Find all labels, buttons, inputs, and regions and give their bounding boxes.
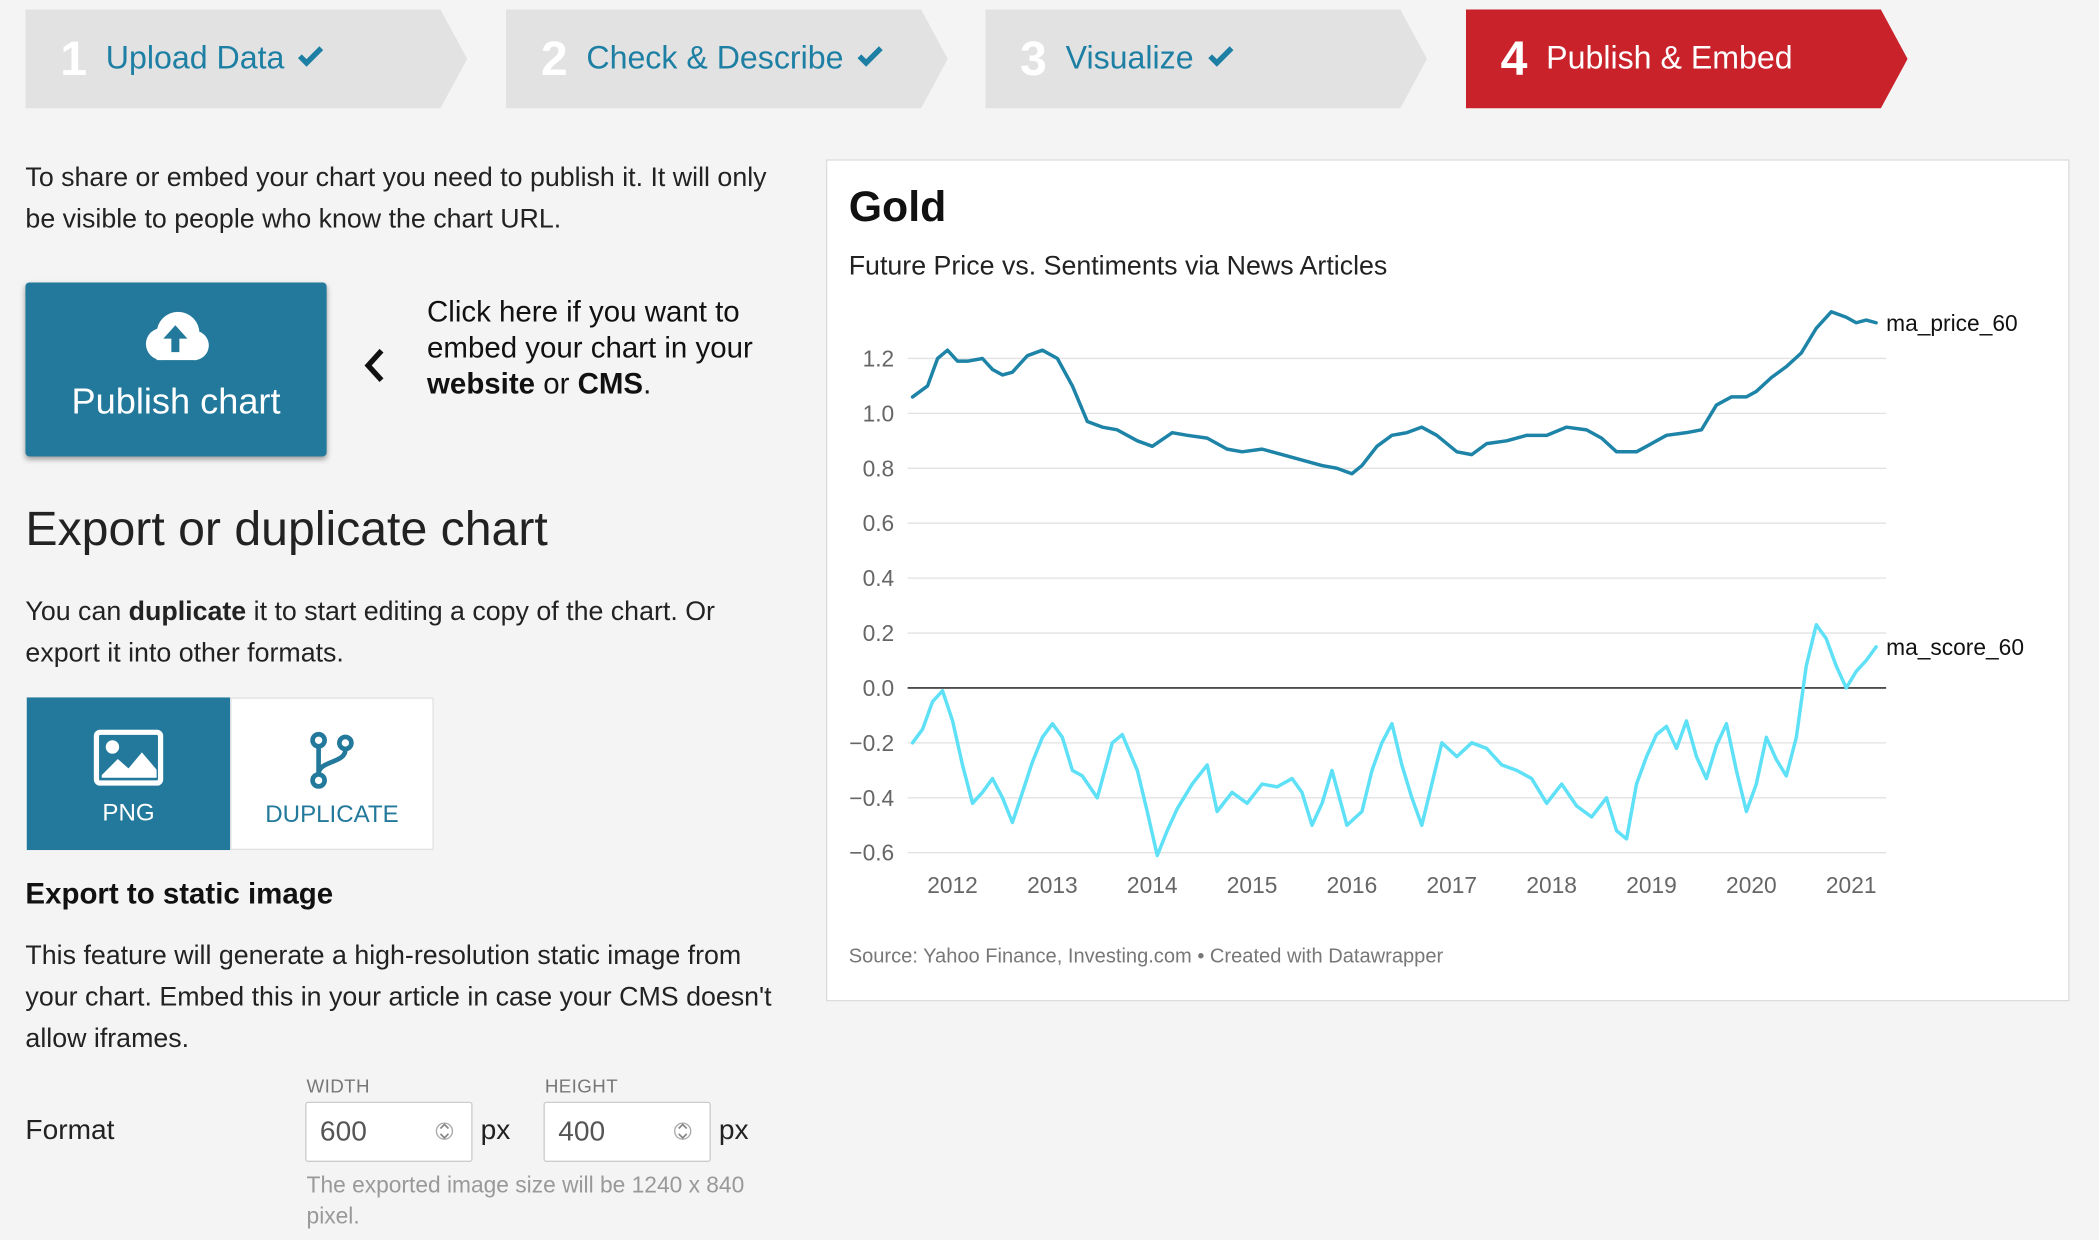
step-label: Upload Data	[105, 40, 285, 77]
series-label-ma_price_60: ma_price_60	[1886, 310, 2018, 336]
chart-preview: Gold Future Price vs. Sentiments via New…	[825, 159, 2070, 1002]
image-icon	[27, 729, 230, 786]
x-tick-label: 2021	[1826, 872, 1877, 898]
step-visualize[interactable]: 3 Visualize	[985, 9, 1427, 108]
height-unit: px	[718, 1115, 749, 1146]
series-line-ma_score_60	[910, 623, 1878, 858]
publish-hint: Click here if you want to embed your cha…	[427, 293, 762, 401]
width-unit: px	[480, 1115, 511, 1146]
x-tick-label: 2012	[927, 872, 978, 898]
step-number: 3	[1020, 30, 1047, 86]
hint-cms: CMS	[577, 366, 644, 401]
y-tick-label: 0.8	[863, 455, 895, 481]
format-label: Format	[25, 1115, 115, 1146]
export-png-button[interactable]: PNG	[26, 697, 231, 851]
step-label: Visualize	[1065, 40, 1194, 77]
x-tick-label: 2016	[1327, 872, 1378, 898]
duplicate-button[interactable]: DUPLICATE	[230, 697, 434, 851]
step-label: Publish & Embed	[1546, 40, 1793, 77]
hint-text: Click here if you want to embed your cha…	[427, 294, 753, 365]
y-tick-label: −0.6	[849, 840, 894, 866]
duplicate-label: DUPLICATE	[265, 800, 399, 828]
step-number: 1	[60, 30, 88, 86]
export-static-description: This feature will generate a high-resolu…	[25, 941, 772, 1054]
step-number: 2	[540, 30, 568, 86]
y-tick-label: 0.6	[863, 510, 895, 536]
chevron-left-icon	[361, 347, 388, 391]
checkmark-icon	[857, 45, 884, 73]
width-label: WIDTH	[306, 1074, 370, 1097]
step-label: Check & Describe	[586, 40, 844, 77]
export-section-title: Export or duplicate chart	[25, 500, 548, 556]
step-publish-embed[interactable]: 4 Publish & Embed	[1466, 9, 1908, 108]
line-chart: −0.6 −0.4 −0.2 0.0 0.2 0.4 0.6 0.8 1.0 1.2 2012 201…	[849, 310, 2024, 898]
publish-chart-label: Publish chart	[71, 381, 281, 422]
fork-icon	[232, 731, 433, 790]
publish-intro-text: To share or embed your chart you need to…	[25, 163, 767, 235]
export-description: You can duplicate it to start editing a …	[25, 592, 775, 675]
y-tick-label: 0.0	[863, 675, 895, 701]
y-tick-label: 1.2	[863, 345, 895, 371]
x-tick-label: 2020	[1726, 872, 1777, 898]
x-tick-label: 2013	[1027, 872, 1078, 898]
y-tick-label: 1.0	[863, 400, 895, 426]
x-tick-label: 2019	[1626, 872, 1677, 898]
series-line-ma_price_60	[910, 310, 1878, 476]
cloud-upload-icon	[138, 309, 213, 375]
x-tick-label: 2014	[1127, 872, 1178, 898]
png-label: PNG	[102, 799, 155, 826]
x-tick-label: 2018	[1526, 872, 1577, 898]
x-tick-label: 2017	[1426, 872, 1477, 898]
x-tick-label: 2015	[1227, 872, 1278, 898]
series-label-ma_score_60: ma_score_60	[1886, 634, 2024, 660]
width-input[interactable]	[305, 1101, 473, 1162]
step-number: 4	[1500, 30, 1528, 86]
chart-source: Source: Yahoo Finance, Investing.com • C…	[848, 945, 1444, 968]
step-upload-data[interactable]: 1 Upload Data	[25, 9, 467, 108]
checkmark-icon	[298, 45, 325, 73]
publish-chart-button[interactable]: Publish chart	[25, 282, 327, 457]
export-desc-bold: duplicate	[128, 597, 247, 627]
export-size-helper: The exported image size will be 1240 x 8…	[306, 1172, 745, 1229]
y-tick-label: 0.2	[863, 620, 895, 646]
hint-text-or: or	[535, 366, 578, 401]
y-tick-label: −0.2	[849, 730, 894, 756]
height-label: HEIGHT	[544, 1074, 619, 1097]
export-desc-pre: You can	[25, 597, 129, 627]
y-tick-label: 0.4	[863, 565, 895, 591]
step-check-describe[interactable]: 2 Check & Describe	[506, 9, 948, 108]
hint-end: .	[643, 366, 652, 401]
checkmark-icon	[1207, 45, 1234, 73]
hint-website: website	[427, 366, 536, 401]
export-static-title: Export to static image	[25, 876, 334, 911]
y-tick-label: −0.4	[849, 785, 894, 811]
height-input[interactable]	[543, 1101, 711, 1162]
